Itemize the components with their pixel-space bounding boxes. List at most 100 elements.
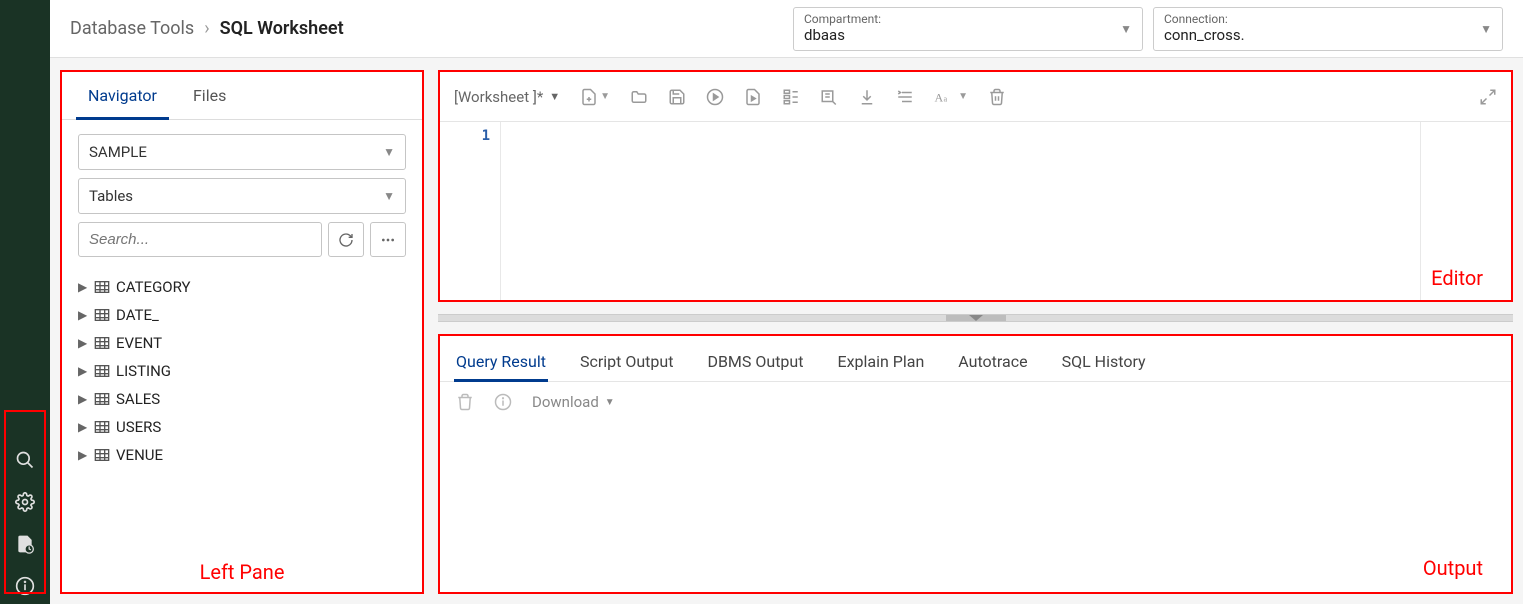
table-icon — [94, 308, 110, 322]
tree-item-label: LISTING — [116, 362, 171, 380]
info-icon[interactable] — [15, 576, 35, 596]
tree-item-label: USERS — [116, 418, 161, 436]
navigator-controls: SAMPLE ▼ Tables ▼ — [62, 120, 422, 265]
output-tabs: Query Result Script Output DBMS Output E… — [440, 336, 1511, 382]
tree-item[interactable]: ▶ CATEGORY — [78, 273, 406, 301]
file-history-icon[interactable] — [15, 534, 35, 554]
breadcrumb-current: SQL Worksheet — [220, 18, 344, 39]
schema-dropdown[interactable]: SAMPLE ▼ — [78, 134, 406, 170]
search-icon[interactable] — [15, 450, 35, 470]
tab-navigator[interactable]: Navigator — [70, 72, 175, 119]
tab-sql-history[interactable]: SQL History — [1060, 346, 1148, 381]
chevron-down-icon: ▼ — [549, 90, 560, 103]
download-icon[interactable] — [858, 88, 876, 106]
download-button[interactable]: Download ▼ — [532, 393, 615, 411]
left-nav-rail — [0, 0, 50, 604]
explain-plan-icon[interactable] — [782, 88, 800, 106]
gear-icon[interactable] — [15, 492, 35, 512]
expand-caret-icon[interactable]: ▶ — [78, 420, 88, 434]
left-pane: Navigator Files SAMPLE ▼ Tables ▼ — [60, 70, 424, 594]
object-type-value: Tables — [89, 187, 133, 205]
table-icon — [94, 392, 110, 406]
line-number: 1 — [440, 128, 490, 144]
table-icon — [94, 420, 110, 434]
chevron-down-icon: ▼ — [1480, 22, 1492, 36]
chevron-down-icon: ▼ — [605, 397, 615, 408]
format-icon[interactable] — [896, 88, 914, 106]
svg-text:A: A — [935, 90, 944, 104]
tree-item[interactable]: ▶ SALES — [78, 385, 406, 413]
splitter-handle-icon[interactable] — [946, 315, 1006, 321]
right-column: [Worksheet ]* ▼ ▼ — [438, 70, 1513, 594]
tree-item[interactable]: ▶ USERS — [78, 413, 406, 441]
autotrace-icon[interactable] — [820, 88, 838, 106]
tab-dbms-output[interactable]: DBMS Output — [705, 346, 805, 381]
line-gutter: 1 — [440, 122, 500, 300]
main-area: Database Tools › SQL Worksheet Compartme… — [50, 0, 1523, 604]
tab-explain-plan[interactable]: Explain Plan — [835, 346, 926, 381]
expand-caret-icon[interactable]: ▶ — [78, 280, 88, 294]
header: Database Tools › SQL Worksheet Compartme… — [50, 0, 1523, 58]
object-tree: ▶ CATEGORY ▶ DATE_ ▶ EVENT ▶ LIS — [62, 265, 422, 481]
object-type-dropdown[interactable]: Tables ▼ — [78, 178, 406, 214]
tree-item[interactable]: ▶ DATE_ — [78, 301, 406, 329]
run-icon[interactable] — [706, 88, 724, 106]
tree-item[interactable]: ▶ LISTING — [78, 357, 406, 385]
chevron-right-icon: › — [204, 18, 209, 39]
worksheet-label: [Worksheet ]* — [454, 88, 543, 106]
expand-caret-icon[interactable]: ▶ — [78, 308, 88, 322]
code-input[interactable] — [500, 122, 1511, 300]
download-label: Download — [532, 393, 599, 411]
expand-caret-icon[interactable]: ▶ — [78, 364, 88, 378]
tab-autotrace[interactable]: Autotrace — [956, 346, 1029, 381]
more-options-button[interactable] — [370, 222, 406, 257]
output-toolbar: Download ▼ — [440, 382, 1511, 422]
breadcrumb-parent[interactable]: Database Tools — [70, 18, 194, 39]
body-row: Navigator Files SAMPLE ▼ Tables ▼ — [50, 58, 1523, 604]
breadcrumb: Database Tools › SQL Worksheet — [70, 18, 783, 39]
editor-ruler — [1420, 122, 1421, 300]
tree-item[interactable]: ▶ VENUE — [78, 441, 406, 469]
annotation-editor-label: Editor — [1431, 266, 1483, 290]
search-input[interactable] — [78, 222, 322, 257]
clear-icon[interactable] — [988, 88, 1006, 106]
table-icon — [94, 280, 110, 294]
svg-text:a: a — [944, 94, 948, 103]
expand-icon[interactable] — [1479, 88, 1497, 106]
tab-query-result[interactable]: Query Result — [454, 346, 548, 381]
tree-item-label: SALES — [116, 390, 160, 408]
expand-caret-icon[interactable]: ▶ — [78, 392, 88, 406]
worksheet-dropdown[interactable]: [Worksheet ]* ▼ — [454, 88, 560, 106]
save-icon[interactable] — [668, 88, 686, 106]
schema-value: SAMPLE — [89, 143, 147, 161]
chevron-down-icon: ▼ — [383, 145, 395, 159]
font-size-icon[interactable]: Aa ▼ — [934, 88, 968, 106]
left-pane-tabs: Navigator Files — [62, 72, 422, 120]
table-icon — [94, 364, 110, 378]
editor-area[interactable]: 1 — [440, 122, 1511, 300]
info-icon[interactable] — [494, 393, 512, 411]
connection-selector[interactable]: Connection: conn_cross. ▼ — [1153, 7, 1503, 51]
tree-item-label: CATEGORY — [116, 278, 191, 296]
open-folder-icon[interactable] — [630, 88, 648, 106]
run-script-icon[interactable] — [744, 88, 762, 106]
tab-script-output[interactable]: Script Output — [578, 346, 675, 381]
tab-files[interactable]: Files — [175, 72, 244, 119]
annotation-output-label: Output — [1423, 556, 1483, 580]
refresh-button[interactable] — [328, 222, 364, 257]
chevron-down-icon: ▼ — [383, 189, 395, 203]
expand-caret-icon[interactable]: ▶ — [78, 336, 88, 350]
horizontal-splitter[interactable] — [438, 314, 1513, 322]
tree-item-label: VENUE — [116, 446, 163, 464]
compartment-label: Compartment: — [804, 12, 1132, 26]
new-file-icon[interactable]: ▼ — [580, 88, 610, 106]
tree-item-label: DATE_ — [116, 306, 159, 324]
delete-icon[interactable] — [456, 393, 474, 411]
connection-value: conn_cross. — [1164, 26, 1492, 44]
compartment-value: dbaas — [804, 26, 1132, 44]
expand-caret-icon[interactable]: ▶ — [78, 448, 88, 462]
compartment-selector[interactable]: Compartment: dbaas ▼ — [793, 7, 1143, 51]
tree-item[interactable]: ▶ EVENT — [78, 329, 406, 357]
annotation-left-pane-label: Left Pane — [200, 560, 285, 584]
tree-item-label: EVENT — [116, 334, 162, 352]
